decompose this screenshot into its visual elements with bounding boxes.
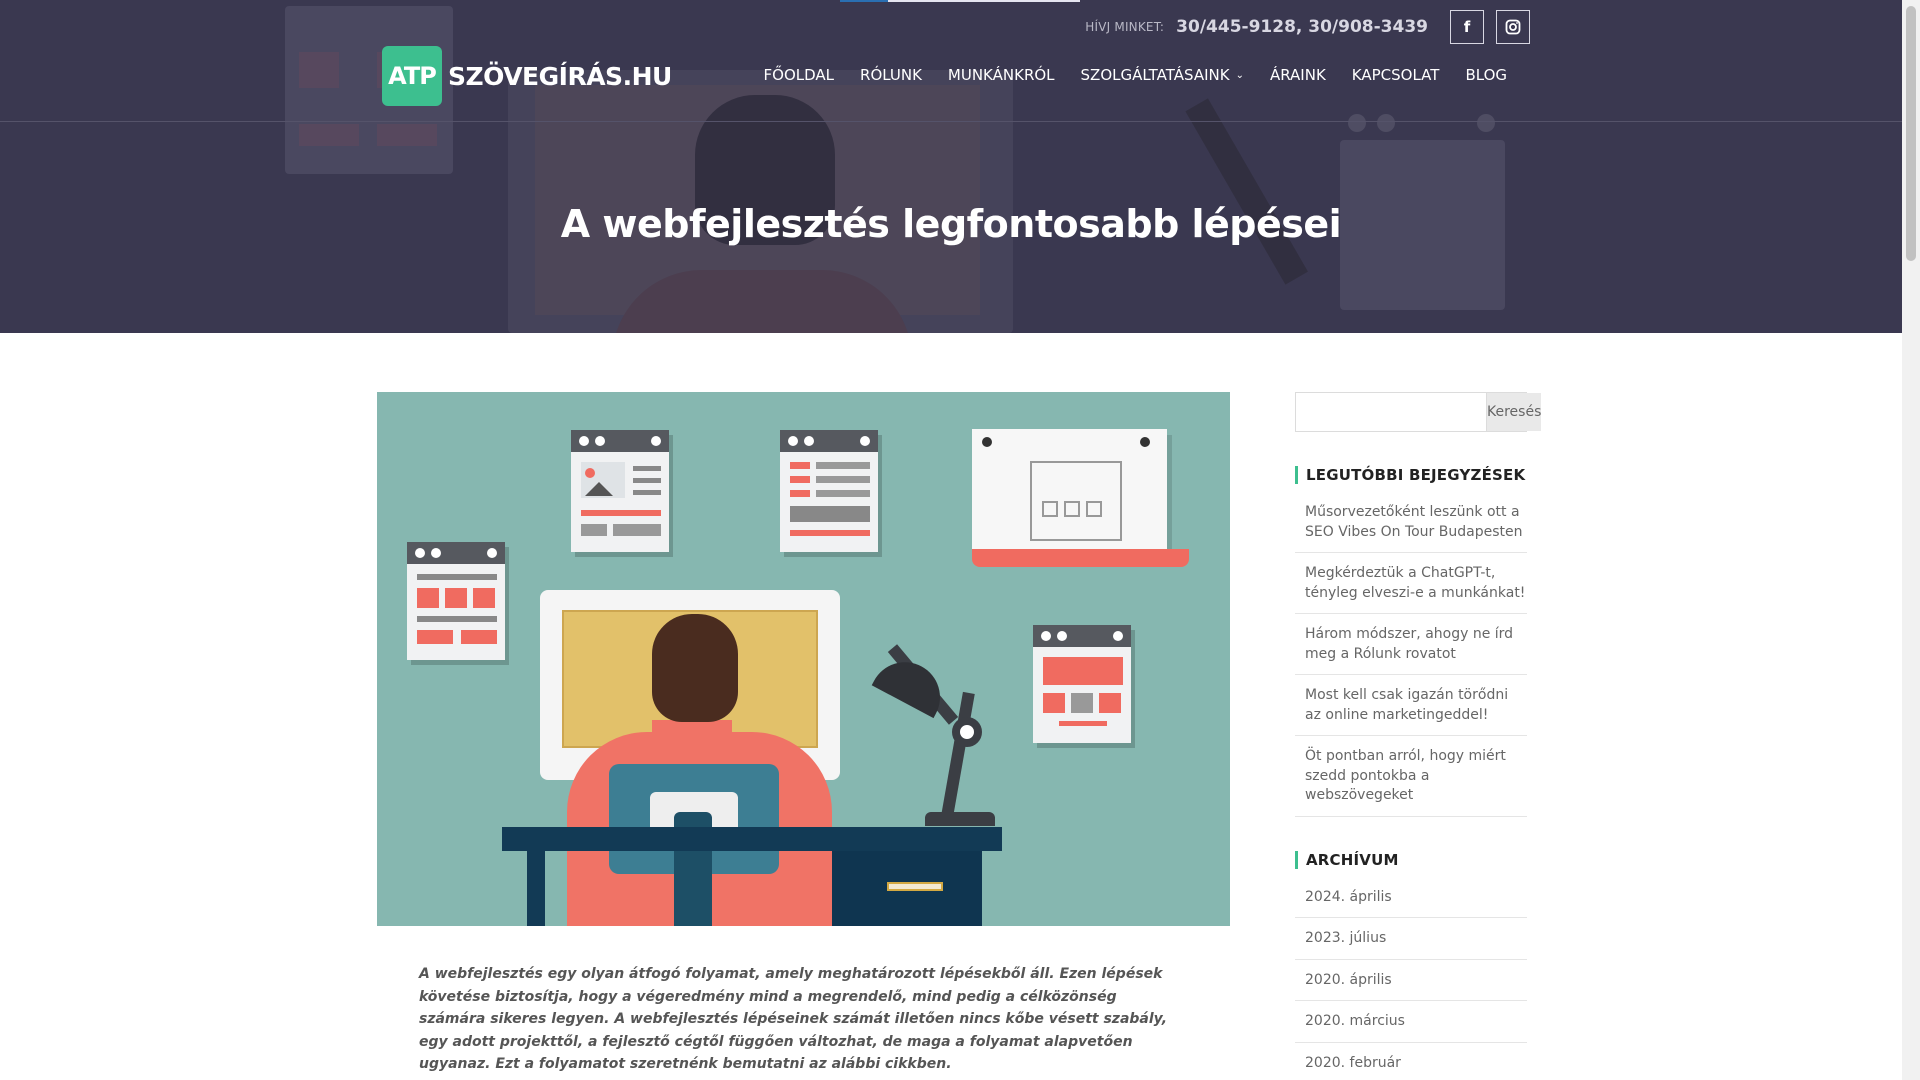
hero-deco-dot xyxy=(1348,114,1366,132)
sidebar: Keresés LEGUTÓBBI BEJEGYZÉSEK Műsorvezet… xyxy=(1295,392,1542,1080)
recent-posts-title: LEGUTÓBBI BEJEGYZÉSEK xyxy=(1295,466,1527,484)
illus-desk-leg xyxy=(527,851,545,926)
nav-divider xyxy=(0,121,1902,122)
nav-item-label: SZOLGÁLTATÁSAINK xyxy=(1080,66,1230,84)
archive-link[interactable]: 2020. március xyxy=(1295,1001,1527,1043)
page-scrollbar[interactable] xyxy=(1902,0,1920,1080)
hero-banner: HÍVJ MINKET: 30/445-9128, 30/908-3439 f … xyxy=(0,0,1902,333)
nav-item-fooldal[interactable]: FŐOLDAL xyxy=(764,66,835,84)
illus-desk xyxy=(502,827,1002,851)
recent-post-link[interactable]: Megkérdeztük a ChatGPT-t, tényleg elvesz… xyxy=(1295,553,1527,614)
illus-blueprint xyxy=(972,429,1167,557)
illus-window-image xyxy=(571,430,669,552)
illus-person-head xyxy=(652,614,738,722)
facebook-icon[interactable]: f xyxy=(1450,10,1484,44)
phone-numbers[interactable]: 30/445-9128, 30/908-3439 xyxy=(1176,17,1428,37)
illus-window-list xyxy=(780,430,878,552)
page-title: A webfejlesztés legfontosabb lépései xyxy=(560,202,1342,246)
hero-deco-dot xyxy=(1477,114,1495,132)
search-form: Keresés xyxy=(1295,392,1542,432)
recent-post-link[interactable]: Öt pontban arról, hogy miért szedd ponto… xyxy=(1295,736,1527,817)
instagram-icon[interactable] xyxy=(1496,10,1530,44)
search-input[interactable] xyxy=(1296,393,1486,431)
recent-post-link[interactable]: Műsorvezetőként leszünk ott a SEO Vibes … xyxy=(1295,498,1527,553)
illus-lamp-joint xyxy=(952,717,982,747)
hero-deco-dot xyxy=(1377,114,1395,132)
illus-drawer-handle xyxy=(887,882,943,891)
scrollbar-thumb[interactable] xyxy=(1906,6,1916,261)
archive-link[interactable]: 2024. április xyxy=(1295,883,1527,918)
illus-person-collar xyxy=(652,720,732,736)
illus-blueprint-roll xyxy=(972,549,1189,567)
nav-item-munkankrol[interactable]: MUNKÁNKRÓL xyxy=(948,66,1055,84)
article-intro: A webfejlesztés egy olyan átfogó folyama… xyxy=(419,966,1168,1072)
top-contact-bar: HÍVJ MINKET: 30/445-9128, 30/908-3439 f xyxy=(1085,10,1530,44)
featured-image xyxy=(377,392,1230,926)
recent-post-link[interactable]: Most kell csak igazán törődni az online … xyxy=(1295,675,1527,736)
archive-link[interactable]: 2023. július xyxy=(1295,918,1527,960)
illus-lamp-base xyxy=(925,812,995,826)
call-label: HÍVJ MINKET: xyxy=(1085,20,1165,34)
archive-link[interactable]: 2020. április xyxy=(1295,960,1527,1001)
nav-item-blog[interactable]: BLOG xyxy=(1465,66,1507,84)
instagram-glyph xyxy=(1505,19,1521,35)
archive-list: 2024. április 2023. július 2020. április… xyxy=(1295,883,1527,1080)
archive-title: ARCHÍVUM xyxy=(1295,850,1527,869)
main-nav: FŐOLDAL RÓLUNK MUNKÁNKRÓL SZOLGÁLTATÁSAI… xyxy=(764,66,1507,84)
archive-link[interactable]: 2020. február xyxy=(1295,1043,1527,1080)
nav-item-kapcsolat[interactable]: KAPCSOLAT xyxy=(1352,66,1440,84)
illus-window-grid xyxy=(407,542,505,660)
nav-item-rolunk[interactable]: RÓLUNK xyxy=(860,66,922,84)
chevron-down-icon: ⌄ xyxy=(1235,69,1244,81)
nav-item-araink[interactable]: ÁRAINK xyxy=(1270,66,1326,84)
site-logo[interactable]: ATP SZÖVEGÍRÁS.HU xyxy=(382,46,672,106)
recent-posts-list: Műsorvezetőként leszünk ott a SEO Vibes … xyxy=(1295,498,1527,817)
logo-mark: ATP xyxy=(382,46,442,106)
top-accent-line-active xyxy=(840,0,888,2)
logo-text: SZÖVEGÍRÁS.HU xyxy=(448,61,672,91)
search-button[interactable]: Keresés xyxy=(1486,393,1542,431)
nav-item-szolgaltatasaink[interactable]: SZOLGÁLTATÁSAINK ⌄ xyxy=(1081,66,1244,84)
illus-window-layout xyxy=(1033,625,1131,743)
recent-post-link[interactable]: Három módszer, ahogy ne írd meg a Rólunk… xyxy=(1295,614,1527,675)
